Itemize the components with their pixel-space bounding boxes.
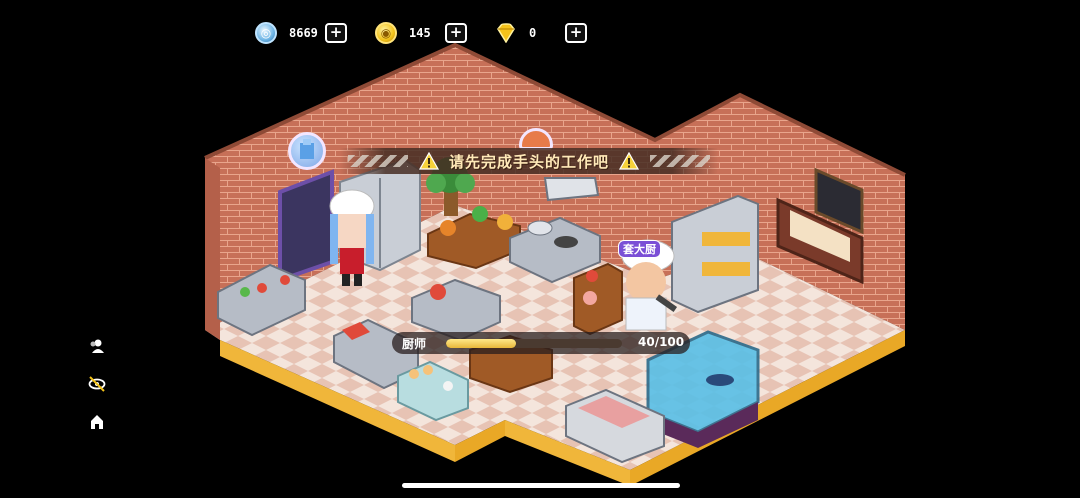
hide-eye-icon bbox=[88, 376, 106, 392]
gem-currency: 0 + bbox=[495, 23, 587, 43]
diamond-icon bbox=[497, 23, 515, 43]
warning-banner: 请先完成手头的工作吧 bbox=[340, 148, 718, 174]
warning-icon bbox=[619, 152, 639, 170]
home-indicator[interactable] bbox=[402, 483, 680, 488]
toggle-visibility-button[interactable] bbox=[86, 374, 108, 394]
gem-amount: 0 bbox=[529, 26, 537, 40]
banner-stripes-right bbox=[650, 155, 710, 167]
gold-currency: ◉ 145 + bbox=[375, 22, 467, 44]
door bbox=[278, 169, 334, 283]
progress-fill bbox=[446, 339, 517, 348]
gold-amount: 145 bbox=[409, 26, 431, 40]
progress-label: 厨师 bbox=[402, 337, 427, 351]
friends-icon bbox=[90, 339, 104, 353]
progress-value: 40/100 bbox=[638, 335, 685, 349]
kitchen-room-scene bbox=[204, 42, 906, 486]
currency-bar: ◎ 8669 + ◉ 145 + 0 + bbox=[255, 22, 615, 44]
add-gold-button[interactable]: + bbox=[445, 23, 467, 43]
silver-coin-icon: ◎ bbox=[255, 22, 277, 44]
warning-message: 请先完成手头的工作吧 bbox=[448, 152, 609, 171]
silver-amount: 8669 bbox=[289, 26, 318, 40]
uniform-icon bbox=[300, 139, 314, 159]
add-silver-button[interactable]: + bbox=[325, 23, 347, 43]
banner-stripes-left bbox=[348, 155, 408, 167]
gold-coin-icon: ◉ bbox=[375, 22, 397, 44]
warning-icon bbox=[418, 152, 439, 170]
friends-button[interactable] bbox=[86, 336, 108, 356]
side-toolbar bbox=[86, 336, 108, 432]
silver-currency: ◎ 8669 + bbox=[255, 22, 347, 44]
npc-name-tag: 套大厨 bbox=[618, 240, 661, 258]
chef-progress-bar: 厨师 40/100 bbox=[392, 332, 690, 354]
decorate-button[interactable] bbox=[86, 412, 108, 432]
add-gem-button[interactable]: + bbox=[565, 23, 587, 43]
progress-track bbox=[446, 339, 622, 348]
chef-task-bubble[interactable] bbox=[288, 132, 326, 170]
decorate-icon bbox=[91, 415, 103, 429]
